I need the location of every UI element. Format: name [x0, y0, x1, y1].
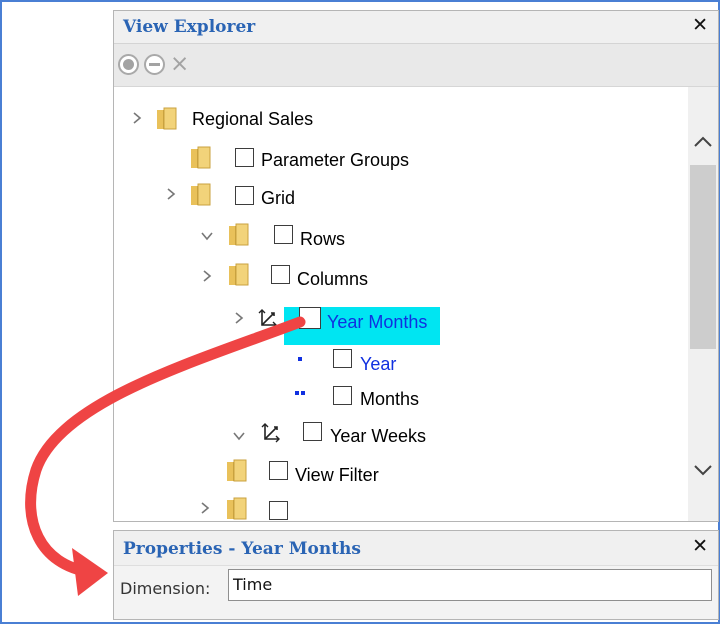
tree-node-label: Parameter Groups — [261, 150, 410, 170]
tree-node-label: Year — [360, 354, 397, 374]
hierarchy-icon — [258, 309, 277, 329]
view-explorer-title: View Explorer — [123, 17, 256, 37]
level-1-icon — [298, 357, 302, 361]
level-2-icon — [295, 391, 299, 395]
checkbox[interactable] — [269, 461, 288, 480]
folder-icon — [157, 107, 177, 130]
properties-panel: Properties - Year Months ✕ Dimension: Ti… — [113, 530, 719, 620]
chevron-down-icon[interactable] — [693, 463, 713, 477]
properties-title: Properties - Year Months — [123, 539, 361, 559]
tree-node-label: Months — [360, 389, 420, 409]
folder-icon — [227, 497, 247, 520]
tree-node-months[interactable]: Months — [114, 386, 514, 413]
view-explorer-panel: View Explorer ✕ × Regional Sales Paramet… — [113, 10, 719, 522]
view-tree: Regional Sales Parameter Groups Grid Row… — [114, 87, 686, 521]
chevron-down-icon[interactable] — [200, 229, 214, 243]
folder-icon — [191, 146, 211, 169]
tree-node-year[interactable]: Year — [114, 349, 514, 377]
tree-node-label: Year Months — [327, 312, 428, 332]
folder-icon — [229, 263, 249, 286]
checkbox[interactable] — [235, 186, 254, 205]
checkbox[interactable] — [271, 265, 290, 284]
hierarchy-icon — [261, 423, 280, 443]
tree-node-label: View Filter — [295, 465, 379, 485]
checkbox[interactable] — [274, 225, 293, 244]
chevron-down-icon[interactable] — [232, 429, 246, 443]
tree-node-view-filter[interactable]: View Filter — [114, 459, 514, 489]
tree-node-label: Year Weeks — [330, 426, 427, 446]
checkbox[interactable] — [235, 148, 254, 167]
chevron-up-icon[interactable] — [693, 135, 713, 149]
checkbox[interactable] — [333, 349, 352, 368]
tree-node-label: Columns — [297, 269, 369, 289]
tree-node-year-weeks[interactable]: Year Weeks — [114, 422, 514, 451]
tree-node-rows[interactable]: Rows — [114, 223, 514, 253]
deselect-icon[interactable] — [144, 54, 165, 75]
clear-icon[interactable]: × — [170, 49, 189, 79]
close-icon[interactable]: ✕ — [692, 14, 708, 36]
tree-node-label: Grid — [261, 188, 296, 208]
tree-node-grid[interactable]: Grid — [114, 183, 514, 211]
folder-icon — [191, 183, 211, 206]
close-icon[interactable]: ✕ — [692, 535, 708, 557]
tree-node-label: Regional Sales — [192, 109, 314, 129]
tree-node-columns[interactable]: Columns — [114, 263, 514, 293]
folder-icon — [227, 459, 247, 482]
chevron-right-icon[interactable] — [200, 269, 214, 283]
tree-node-regional-sales[interactable]: Regional Sales — [114, 107, 514, 135]
chevron-right-icon[interactable] — [232, 311, 246, 325]
select-all-icon[interactable] — [118, 54, 139, 75]
level-2-icon — [301, 391, 305, 395]
checkbox[interactable] — [333, 386, 352, 405]
properties-header: Properties - Year Months ✕ — [114, 531, 718, 566]
checkbox[interactable] — [269, 501, 288, 520]
tree-node-parameter-groups[interactable]: Parameter Groups — [114, 146, 514, 174]
view-explorer-header: View Explorer ✕ — [114, 11, 718, 44]
folder-icon — [229, 223, 249, 246]
tree-node-partial[interactable] — [114, 497, 514, 521]
explorer-toolbar: × — [114, 44, 718, 87]
chevron-right-icon[interactable] — [130, 111, 144, 125]
chevron-right-icon[interactable] — [164, 187, 178, 201]
dimension-label: Dimension: — [120, 579, 211, 598]
tree-node-year-months[interactable]: Year Months — [114, 307, 514, 335]
checkbox[interactable] — [299, 307, 321, 329]
scroll-thumb[interactable] — [690, 165, 716, 349]
checkbox[interactable] — [303, 422, 322, 441]
dimension-field[interactable]: Time — [228, 569, 712, 601]
tree-node-label: Rows — [300, 229, 346, 249]
chevron-right-icon[interactable] — [198, 501, 212, 515]
tree-scrollbar[interactable] — [688, 87, 718, 521]
